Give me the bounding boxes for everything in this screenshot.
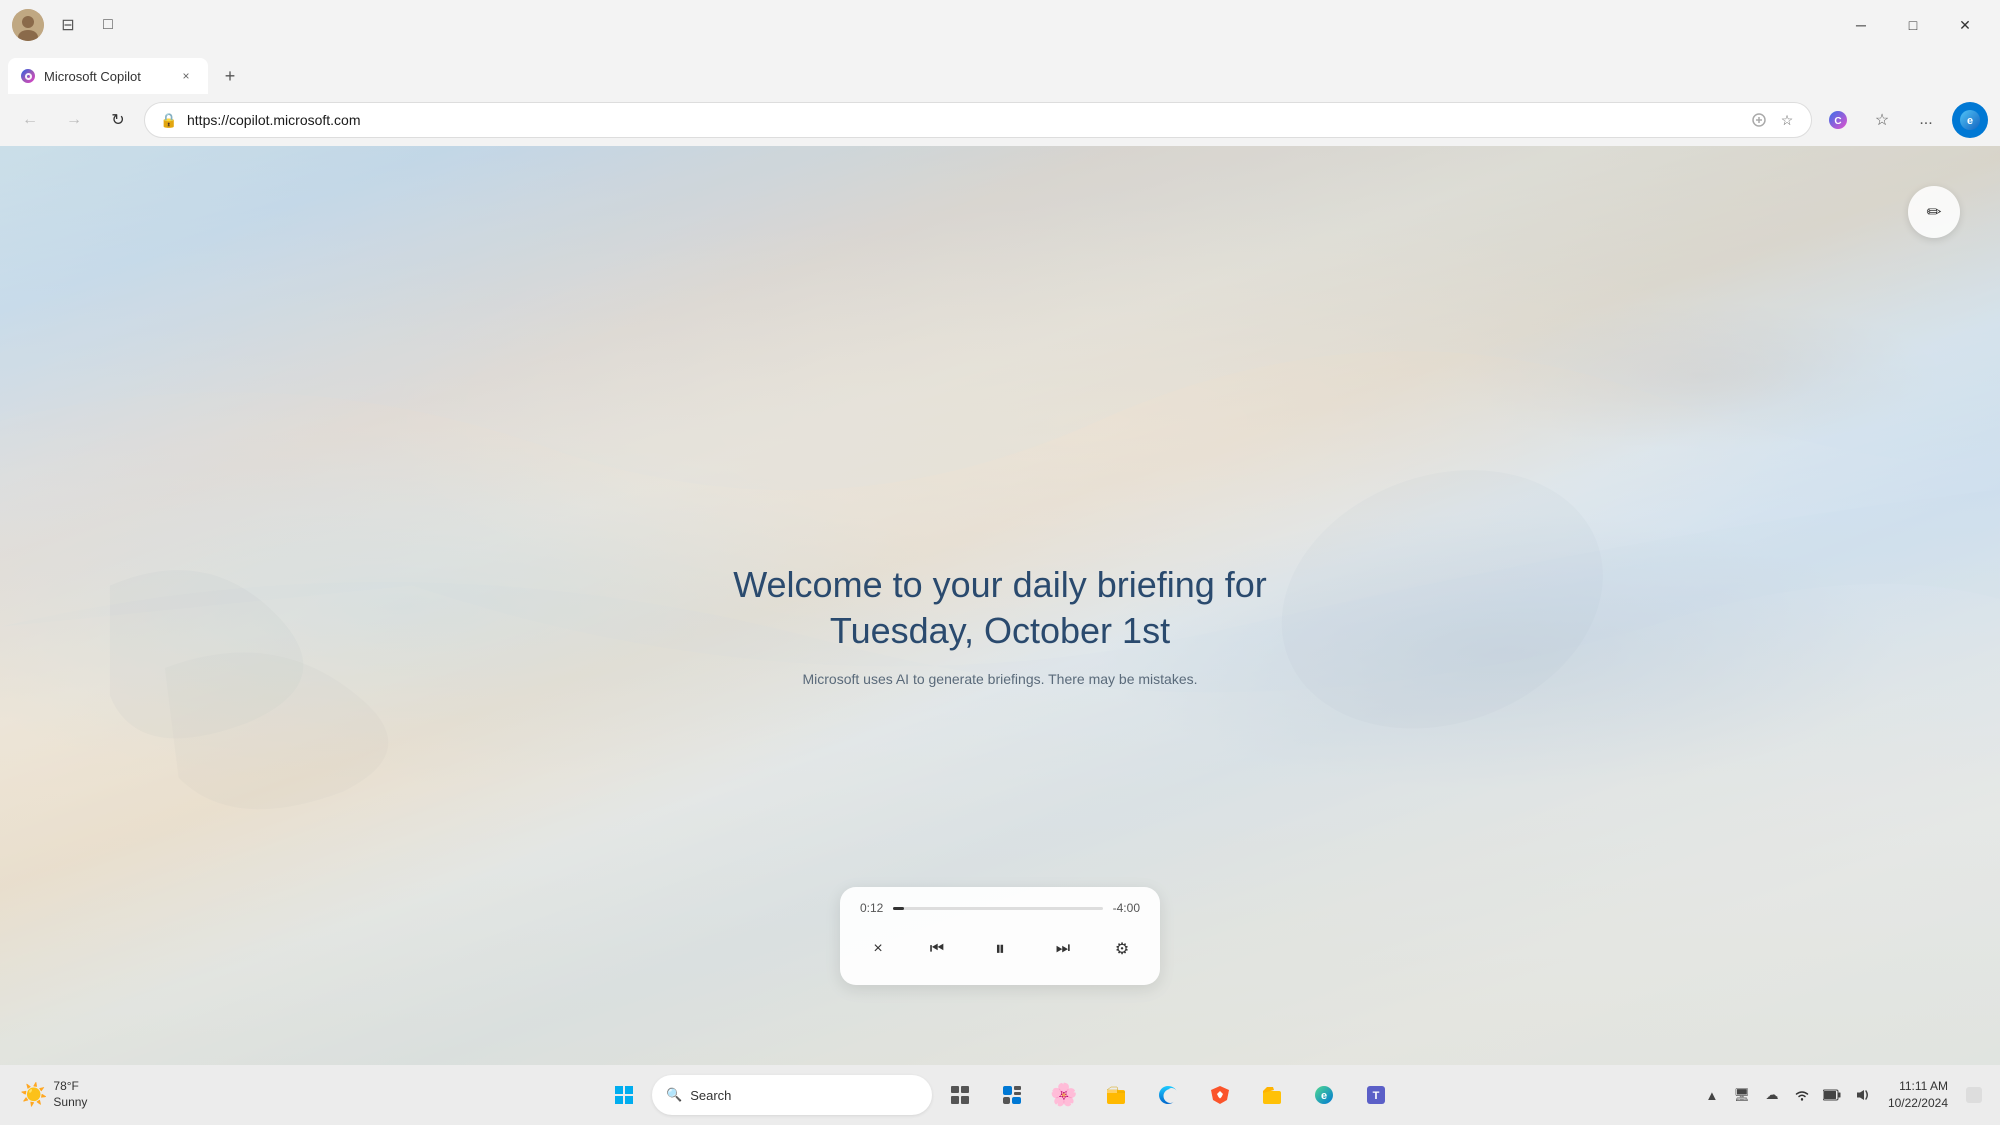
- controls-row: × ⏮ ⏸ ⏭ ⚙: [860, 927, 1140, 971]
- active-tab[interactable]: Microsoft Copilot ×: [8, 58, 208, 94]
- skip-forward-button[interactable]: ⏭: [1045, 931, 1081, 967]
- tray-arrow[interactable]: ▲: [1698, 1081, 1726, 1109]
- taskbar-center: 🔍 Search: [600, 1071, 1400, 1119]
- tab-label: Microsoft Copilot: [44, 69, 168, 84]
- welcome-title: Welcome to your daily briefing for Tuesd…: [733, 562, 1267, 656]
- svg-text:e: e: [1967, 115, 1973, 127]
- task-view-button[interactable]: [936, 1071, 984, 1119]
- address-bar: ← → ↻ 🔒 https://copilot.microsoft.com ☆: [0, 94, 2000, 146]
- favorites-button[interactable]: ☆: [1864, 102, 1900, 138]
- clock-time: 11:11 AM: [1899, 1078, 1948, 1095]
- maximize-button[interactable]: □: [1890, 9, 1936, 41]
- weather-condition: Sunny: [53, 1095, 87, 1111]
- close-button[interactable]: ✕: [1942, 9, 1988, 41]
- forward-button[interactable]: →: [56, 102, 92, 138]
- taskbar-search[interactable]: 🔍 Search: [652, 1075, 932, 1115]
- back-button[interactable]: ←: [12, 102, 48, 138]
- profile-avatar[interactable]: [12, 9, 44, 41]
- window-controls: ─ □ ✕: [1838, 9, 1988, 41]
- new-tab-button[interactable]: +: [212, 58, 248, 94]
- welcome-section: Welcome to your daily briefing for Tuesd…: [733, 562, 1267, 688]
- webpage-content: ✏ Welcome to your daily briefing for Tue…: [0, 146, 2000, 1065]
- pencil-icon: ✏: [1926, 202, 1941, 223]
- weather-widget[interactable]: ☀️ 78°F Sunny: [12, 1075, 95, 1114]
- copilot-toolbar-button[interactable]: C: [1820, 102, 1856, 138]
- taskbar-right: ▲ 🖥 ☁: [1698, 1074, 1988, 1116]
- display-icon[interactable]: 🖥: [1728, 1081, 1756, 1109]
- current-time: 0:12: [860, 901, 883, 915]
- svg-text:C: C: [1834, 116, 1841, 127]
- url-input[interactable]: 🔒 https://copilot.microsoft.com ☆: [144, 102, 1812, 138]
- welcome-subtitle: Microsoft uses AI to generate briefings.…: [733, 671, 1267, 687]
- player-settings-button[interactable]: ⚙: [1104, 931, 1140, 967]
- tab-list-button[interactable]: □: [92, 9, 124, 41]
- vertical-tabs-button[interactable]: ⊟: [52, 9, 84, 41]
- app-file-explorer[interactable]: [1092, 1071, 1140, 1119]
- minimize-button[interactable]: ─: [1838, 9, 1884, 41]
- tab-close-button[interactable]: ×: [176, 66, 196, 86]
- search-icon: 🔍: [666, 1087, 682, 1103]
- lock-icon: 🔒: [159, 110, 179, 130]
- app-edge[interactable]: [1144, 1071, 1192, 1119]
- title-bar: ⊟ □ ─ □ ✕: [0, 0, 2000, 50]
- star-icon: ☆: [1777, 110, 1797, 130]
- app-brave[interactable]: [1196, 1071, 1244, 1119]
- system-tray: ▲ 🖥 ☁: [1698, 1081, 1876, 1109]
- pause-button[interactable]: ⏸: [978, 927, 1022, 971]
- skip-back-button[interactable]: ⏮: [919, 931, 955, 967]
- url-text: https://copilot.microsoft.com: [187, 112, 1741, 128]
- wifi-icon[interactable]: [1788, 1081, 1816, 1109]
- media-player: 0:12 -4:00 × ⏮ ⏸ ⏭ ⚙: [840, 887, 1160, 985]
- remaining-time: -4:00: [1113, 901, 1140, 915]
- clock-date: 10/22/2024: [1888, 1095, 1948, 1112]
- weather-icon: ☀️: [20, 1082, 47, 1108]
- taskbar: ☀️ 78°F Sunny 🔍 Search: [0, 1065, 2000, 1125]
- svg-text:T: T: [1373, 1090, 1380, 1102]
- progress-fill: [893, 907, 903, 910]
- refresh-button[interactable]: ↻: [100, 102, 136, 138]
- volume-icon[interactable]: [1848, 1081, 1876, 1109]
- app-edge-browser[interactable]: e: [1300, 1071, 1348, 1119]
- widgets-button[interactable]: [988, 1071, 1036, 1119]
- battery-icon[interactable]: [1818, 1081, 1846, 1109]
- onedrive-icon[interactable]: ☁: [1758, 1081, 1786, 1109]
- notification-button[interactable]: [1960, 1081, 1988, 1109]
- tab-bar: Microsoft Copilot × +: [0, 50, 2000, 94]
- progress-track[interactable]: [893, 907, 1102, 910]
- progress-row: 0:12 -4:00: [860, 901, 1140, 915]
- edge-copilot-button[interactable]: e: [1952, 102, 1988, 138]
- clock-widget[interactable]: 11:11 AM 10/22/2024: [1880, 1074, 1956, 1116]
- search-text: Search: [690, 1088, 731, 1103]
- more-button[interactable]: ...: [1908, 102, 1944, 138]
- app-folder[interactable]: [1248, 1071, 1296, 1119]
- edit-button[interactable]: ✏: [1908, 186, 1960, 238]
- browser-frame: ⊟ □ ─ □ ✕: [0, 0, 2000, 1125]
- app-sakura[interactable]: 🌸: [1040, 1071, 1088, 1119]
- weather-temp: 78°F: [53, 1079, 87, 1095]
- split-icon: [1749, 110, 1769, 130]
- taskbar-left: ☀️ 78°F Sunny: [12, 1075, 95, 1114]
- tab-favicon: [20, 68, 36, 84]
- start-button[interactable]: [600, 1071, 648, 1119]
- svg-text:e: e: [1321, 1090, 1327, 1102]
- player-close-button[interactable]: ×: [860, 931, 896, 967]
- app-teams[interactable]: T: [1352, 1071, 1400, 1119]
